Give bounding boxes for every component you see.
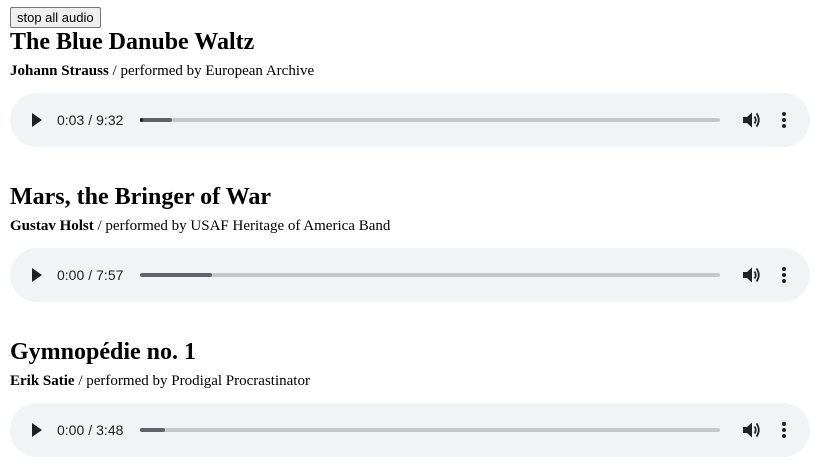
played-bar bbox=[140, 118, 143, 122]
seek-slider[interactable] bbox=[140, 428, 720, 432]
track-composer: Erik Satie bbox=[10, 373, 75, 389]
buffered-bar bbox=[140, 273, 212, 277]
current-time: 0:00 bbox=[57, 267, 85, 283]
track-credits: Johann Strauss / performed by European A… bbox=[10, 62, 810, 80]
seek-slider[interactable] bbox=[140, 118, 720, 122]
time-separator: / bbox=[88, 267, 93, 283]
track-composer: Johann Strauss bbox=[10, 63, 109, 79]
track-performer: / performed by Prodigal Procrastinator bbox=[74, 373, 310, 389]
track-performer: / performed by European Archive bbox=[108, 63, 315, 79]
more-options-icon[interactable] bbox=[778, 110, 790, 130]
volume-icon[interactable] bbox=[741, 110, 761, 130]
volume-icon[interactable] bbox=[741, 420, 761, 440]
current-time: 0:00 bbox=[57, 422, 85, 438]
buffered-bar bbox=[140, 428, 165, 432]
audio-player: 0:00/3:48 bbox=[10, 403, 810, 457]
track-composer: Gustav Holst bbox=[10, 218, 94, 234]
time-display: 0:00/7:57 bbox=[57, 266, 123, 284]
duration: 7:57 bbox=[96, 267, 124, 283]
volume-icon[interactable] bbox=[741, 265, 761, 285]
track-performer: / performed by USAF Heritage of America … bbox=[93, 218, 391, 234]
audio-player: 0:00/7:57 bbox=[10, 248, 810, 302]
time-display: 0:03/9:32 bbox=[57, 111, 123, 129]
more-options-icon[interactable] bbox=[778, 420, 790, 440]
time-separator: / bbox=[88, 422, 93, 438]
play-icon[interactable] bbox=[30, 266, 44, 284]
audio-player: 0:03/9:32 bbox=[10, 93, 810, 147]
track-item-gymnopedie: Gymnopédie no. 1 Erik Satie / performed … bbox=[10, 338, 810, 457]
current-time: 0:03 bbox=[57, 112, 85, 128]
track-title: Gymnopédie no. 1 bbox=[10, 339, 197, 365]
play-icon[interactable] bbox=[30, 421, 44, 439]
seek-slider[interactable] bbox=[140, 273, 720, 277]
time-display: 0:00/3:48 bbox=[57, 421, 123, 439]
time-separator: / bbox=[88, 112, 93, 128]
more-options-icon[interactable] bbox=[778, 265, 790, 285]
stop-all-audio-button[interactable]: stop all audio bbox=[10, 7, 101, 28]
duration: 3:48 bbox=[96, 422, 124, 438]
duration: 9:32 bbox=[96, 112, 124, 128]
track-credits: Gustav Holst / performed by USAF Heritag… bbox=[10, 217, 810, 235]
track-item-mars: Mars, the Bringer of War Gustav Holst / … bbox=[10, 183, 810, 302]
track-title: The Blue Danube Waltz bbox=[10, 29, 255, 55]
track-title: Mars, the Bringer of War bbox=[10, 184, 272, 210]
play-icon[interactable] bbox=[30, 111, 44, 129]
track-credits: Erik Satie / performed by Prodigal Procr… bbox=[10, 372, 810, 390]
buffered-bar bbox=[140, 118, 172, 122]
track-item-blue-danube: The Blue Danube Waltz Johann Strauss / p… bbox=[10, 28, 810, 147]
